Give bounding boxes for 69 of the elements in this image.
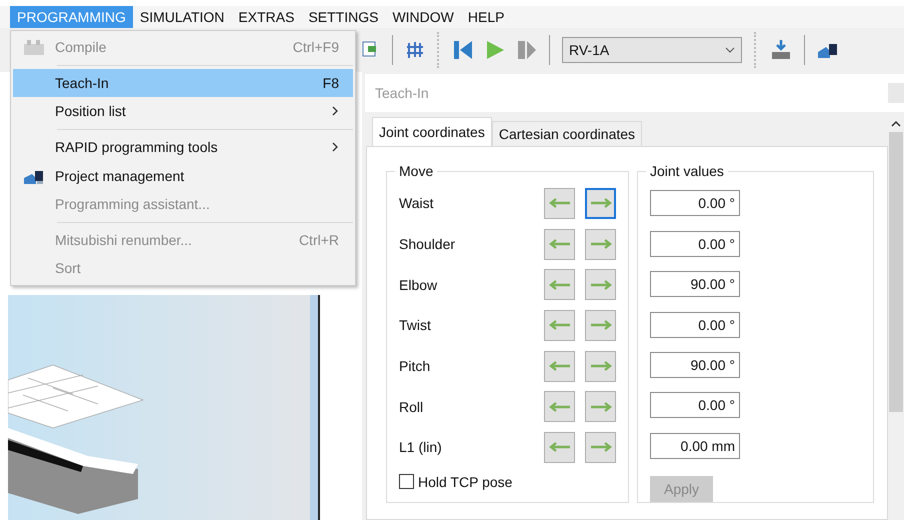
left-arrow-icon	[548, 402, 570, 412]
joint-value-field[interactable]: 0.00 mm	[650, 432, 740, 459]
tab[interactable]: Cartesian coordinates	[492, 121, 642, 146]
left-arrow-icon	[548, 442, 570, 452]
right-arrow-icon	[590, 442, 612, 452]
jog-left-button[interactable]	[544, 391, 575, 422]
menu-item[interactable]: Project management	[13, 161, 353, 190]
menu-bar-item[interactable]: HELP	[460, 6, 512, 28]
jog-left-button[interactable]	[544, 350, 575, 382]
right-arrow-icon	[590, 239, 612, 250]
joint-label: Pitch	[399, 358, 432, 374]
right-arrow-icon	[590, 402, 612, 412]
menu-item[interactable]: RAPID programming tools	[13, 132, 353, 162]
checkbox-label: Hold TCP pose	[418, 474, 512, 490]
jog-right-button[interactable]	[585, 350, 616, 382]
step-icon[interactable]	[517, 39, 537, 61]
left-arrow-icon	[548, 239, 570, 250]
joint-value-field[interactable]: 0.00 °	[650, 230, 740, 257]
joint-value-field[interactable]: 90.00 °	[650, 352, 740, 378]
joint-value-field[interactable]: 90.00 °	[650, 271, 740, 298]
joint-label: Elbow	[399, 276, 438, 293]
download-icon[interactable]	[770, 39, 792, 61]
jog-left-button[interactable]	[544, 188, 575, 219]
menu-bar-item[interactable]: SETTINGS	[301, 6, 386, 28]
scroll-up-icon[interactable]	[891, 120, 901, 128]
play-icon[interactable]	[485, 39, 505, 61]
right-arrow-icon	[590, 198, 612, 208]
jog-right-button[interactable]	[585, 269, 616, 300]
group-label: Joint values	[649, 163, 725, 179]
jog-left-button[interactable]	[544, 228, 575, 260]
joint-value-field[interactable]: 0.00 °	[650, 312, 740, 338]
jog-right-button[interactable]	[585, 188, 616, 219]
joint-label: Roll	[399, 398, 424, 415]
grid-icon[interactable]	[405, 40, 425, 60]
left-arrow-icon	[548, 198, 570, 208]
left-arrow-icon	[548, 320, 570, 330]
jog-right-button[interactable]	[585, 310, 616, 341]
checkbox[interactable]	[399, 474, 414, 490]
chevron-down-icon	[725, 47, 735, 53]
joint-label: L1 (lin)	[399, 439, 443, 456]
panel-title: Teach-In	[375, 85, 429, 101]
jog-left-button[interactable]	[544, 310, 575, 341]
compile-icon	[23, 38, 45, 56]
jog-left-button[interactable]	[544, 432, 575, 463]
jog-right-button[interactable]	[585, 391, 616, 422]
joint-value-field[interactable]: 0.00 °	[650, 190, 740, 216]
jog-right-button[interactable]	[585, 432, 616, 463]
robot-combo[interactable]: RV-1A	[562, 37, 742, 63]
menu-bar-item[interactable]: EXTRAS	[231, 6, 302, 28]
skip-back-icon[interactable]	[453, 39, 473, 61]
left-arrow-icon	[548, 361, 570, 372]
jog-right-button[interactable]	[585, 228, 616, 260]
left-arrow-icon	[548, 280, 570, 290]
joint-label: Twist	[399, 317, 432, 334]
right-arrow-icon	[590, 361, 612, 372]
right-arrow-icon	[590, 320, 612, 330]
chevron-right-icon	[332, 142, 339, 152]
joint-value-field[interactable]: 0.00 °	[650, 392, 740, 418]
jog-left-button[interactable]	[544, 269, 575, 300]
tab[interactable]: Joint coordinates	[372, 117, 492, 146]
chevron-right-icon	[332, 106, 339, 116]
joint-label: Waist	[399, 195, 434, 212]
menu-item[interactable]: Position list	[13, 97, 353, 126]
menu-bar-item[interactable]: WINDOW	[385, 6, 461, 28]
right-arrow-icon	[590, 280, 612, 290]
joint-label: Shoulder	[399, 236, 456, 252]
group-label: Move	[398, 163, 434, 179]
menu-item[interactable]: Teach-In F8	[13, 68, 353, 98]
menu-bar-item[interactable]: SIMULATION	[132, 6, 232, 28]
